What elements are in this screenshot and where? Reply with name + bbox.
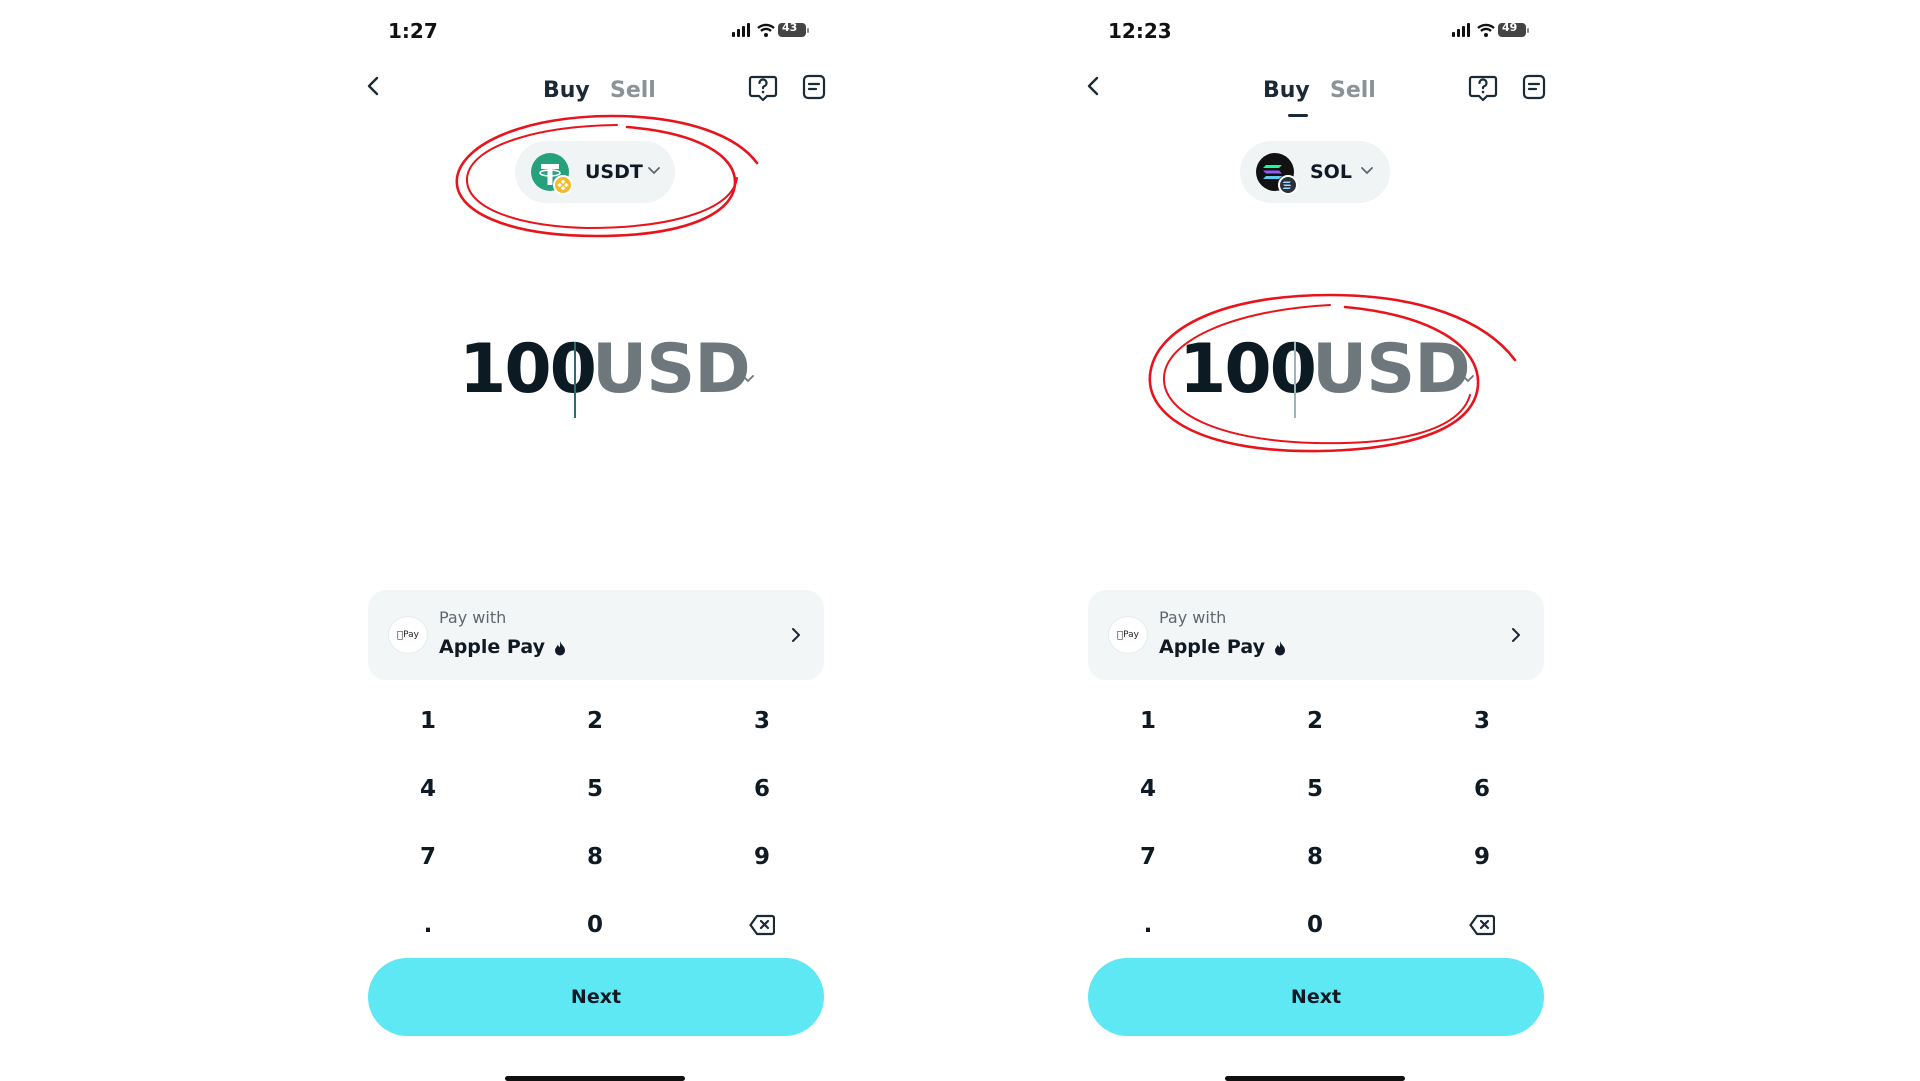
keypad-backspace[interactable]: [1422, 900, 1542, 950]
currency-chevron-down-icon[interactable]: [1461, 374, 1475, 384]
chevron-down-icon: [648, 167, 660, 175]
chevron-left-icon: [367, 76, 379, 96]
token-symbol: USDT: [585, 161, 643, 183]
apple-pay-icon: Pay: [388, 616, 428, 654]
keypad-key-6[interactable]: 6: [702, 764, 822, 814]
chevron-right-icon: [1512, 628, 1520, 642]
tab-buy[interactable]: Buy: [1263, 78, 1310, 103]
receipt-icon: [802, 74, 826, 100]
keypad-key-2[interactable]: 2: [1255, 696, 1375, 746]
token-symbol: SOL: [1310, 161, 1352, 183]
help-chat-icon: [748, 75, 778, 102]
status-time: 12:23: [1108, 19, 1172, 43]
payment-method-name: Apple Pay: [439, 636, 545, 658]
keypad-key-1[interactable]: 1: [1088, 696, 1208, 746]
home-indicator: [505, 1076, 685, 1081]
keypad-backspace[interactable]: [702, 900, 822, 950]
chevron-left-icon: [1087, 76, 1099, 96]
amount-currency: USD: [592, 330, 751, 409]
signal-wifi-battery-icon: [732, 23, 809, 37]
transactions-button[interactable]: [1519, 72, 1549, 102]
amount-display[interactable]: 100 USD: [355, 330, 835, 430]
phone-screen-usdt: 1:27 43 Buy Sell USDT 100 USD Pay Pay wi…: [355, 0, 835, 1081]
keypad-key-0[interactable]: 0: [535, 900, 655, 950]
home-indicator: [1225, 1076, 1405, 1081]
keypad-key-5[interactable]: 5: [535, 764, 655, 814]
phone-screen-sol: 12:23 49 Buy Sell SOL 100 USD Pay Pay wi…: [1075, 0, 1555, 1081]
amount-display[interactable]: 100 USD: [1075, 330, 1555, 430]
keypad-key-7[interactable]: 7: [1088, 832, 1208, 882]
payment-method-selector[interactable]: Pay Pay with Apple Pay: [368, 590, 824, 680]
keypad-key-3[interactable]: 3: [1422, 696, 1542, 746]
status-bar-icons: 43: [732, 20, 822, 40]
backspace-icon: [1469, 914, 1495, 936]
token-selector[interactable]: SOL: [1240, 141, 1390, 203]
battery-level: 43: [782, 21, 798, 34]
signal-wifi-battery-icon: [1452, 23, 1529, 37]
tab-sell[interactable]: Sell: [1330, 78, 1376, 103]
tether-icon: [530, 152, 573, 195]
next-button[interactable]: Next: [1088, 958, 1544, 1036]
text-cursor: [574, 342, 576, 418]
currency-chevron-down-icon[interactable]: [741, 374, 755, 384]
token-selector[interactable]: USDT: [515, 141, 675, 203]
pay-with-label: Pay with: [1159, 608, 1227, 627]
flame-icon: [1275, 641, 1285, 656]
solana-icon: [1255, 152, 1298, 195]
transactions-button[interactable]: [799, 72, 829, 102]
keypad-key-9[interactable]: 9: [1422, 832, 1542, 882]
keypad-key-2[interactable]: 2: [535, 696, 655, 746]
help-chat-icon: [1468, 75, 1498, 102]
status-bar-icons: 49: [1452, 20, 1542, 40]
backspace-icon: [749, 914, 775, 936]
flame-icon: [555, 641, 565, 656]
back-button[interactable]: [355, 68, 391, 104]
solana-badge-icon: [1278, 175, 1298, 195]
payment-method-name: Apple Pay: [1159, 636, 1265, 658]
keypad-key-8[interactable]: 8: [535, 832, 655, 882]
payment-method-selector[interactable]: Pay Pay with Apple Pay: [1088, 590, 1544, 680]
keypad-key-decimal[interactable]: .: [1088, 900, 1208, 950]
help-button[interactable]: [748, 72, 778, 102]
status-time: 1:27: [388, 19, 438, 43]
receipt-icon: [1522, 74, 1546, 100]
tab-sell[interactable]: Sell: [610, 78, 656, 103]
back-button[interactable]: [1075, 68, 1111, 104]
next-button[interactable]: Next: [368, 958, 824, 1036]
tab-buy[interactable]: Buy: [543, 78, 590, 103]
text-cursor: [1294, 342, 1296, 418]
keypad-key-5[interactable]: 5: [1255, 764, 1375, 814]
keypad-key-6[interactable]: 6: [1422, 764, 1542, 814]
chevron-down-icon: [1361, 167, 1373, 175]
binance-chain-badge-icon: [553, 175, 573, 195]
keypad-key-decimal[interactable]: .: [368, 900, 488, 950]
apple-pay-icon: Pay: [1108, 616, 1148, 654]
help-button[interactable]: [1468, 72, 1498, 102]
keypad-key-0[interactable]: 0: [1255, 900, 1375, 950]
keypad-key-8[interactable]: 8: [1255, 832, 1375, 882]
keypad-key-1[interactable]: 1: [368, 696, 488, 746]
chevron-right-icon: [792, 628, 800, 642]
battery-level: 49: [1502, 21, 1518, 34]
keypad-key-9[interactable]: 9: [702, 832, 822, 882]
amount-currency: USD: [1312, 330, 1471, 409]
active-tab-indicator: [1288, 114, 1308, 117]
keypad-key-3[interactable]: 3: [702, 696, 822, 746]
keypad-key-7[interactable]: 7: [368, 832, 488, 882]
keypad-key-4[interactable]: 4: [1088, 764, 1208, 814]
pay-with-label: Pay with: [439, 608, 507, 627]
keypad-key-4[interactable]: 4: [368, 764, 488, 814]
